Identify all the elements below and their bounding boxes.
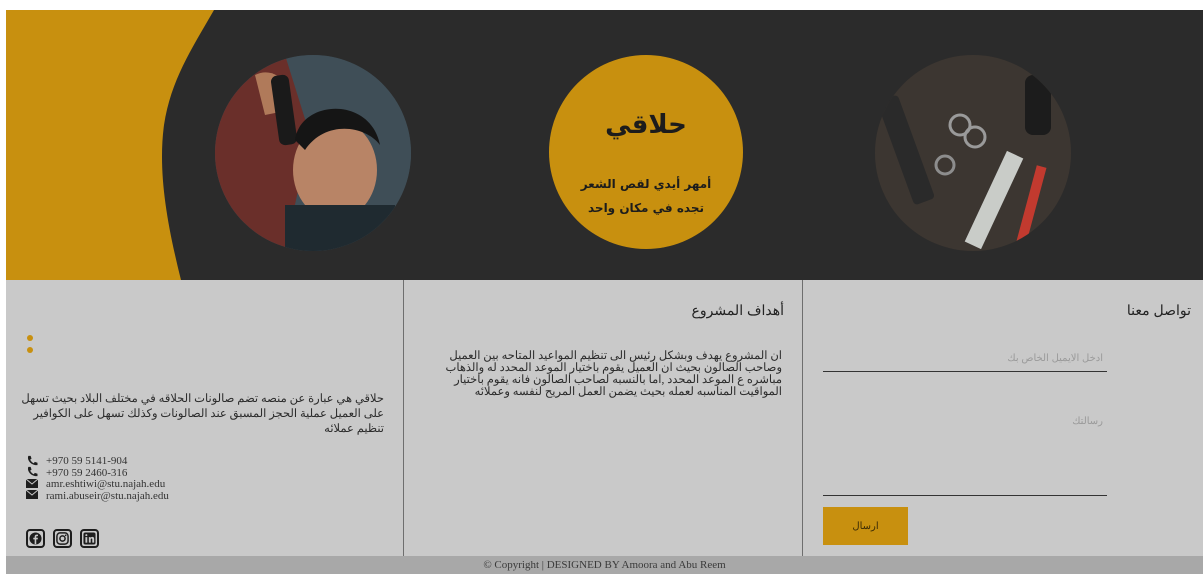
contact-list: +970 59 5141-904 +970 59 2460-316 amr.es…: [25, 455, 169, 503]
email-input[interactable]: [823, 346, 1107, 372]
linkedin-icon[interactable]: [80, 529, 99, 548]
brand-title: حلاقي: [605, 110, 687, 140]
email-address[interactable]: rami.abuseir@stu.najah.edu: [46, 490, 169, 503]
goals-column: أهداف المشروع ان المشروع يهدف وبشكل رئيس…: [404, 280, 803, 556]
email-address[interactable]: amr.eshtiwi@stu.najah.edu: [46, 478, 165, 491]
tagline-line-2: تجده في مكان واحد: [587, 201, 704, 215]
info-section: حلاقي حلاقي هي عبارة عن منصه تضم صالونات…: [6, 280, 1203, 556]
social-links: [26, 529, 99, 548]
contact-email-2: rami.abuseir@stu.najah.edu: [25, 489, 169, 503]
facebook-icon[interactable]: [26, 529, 45, 548]
contact-column: تواصل معنا ارسال: [803, 280, 1203, 556]
contact-title: تواصل معنا: [1126, 302, 1191, 318]
footer: © Copyright | DESIGNED BY Amoora and Abu…: [6, 556, 1203, 574]
svg-text:حلاقي: حلاقي: [188, 303, 190, 358]
goals-text: ان المشروع يهدف وبشكل رئيس الى تنظيم الم…: [445, 350, 783, 398]
footer-credit: © Copyright | DESIGNED BY Amoora and Abu…: [483, 559, 726, 571]
send-button[interactable]: ارسال: [823, 507, 908, 545]
about-description: حلاقي هي عبارة عن منصه تضم صالونات الحلا…: [21, 393, 384, 435]
hero-section: حلاقي أمهر أيدي لقص الشعر تجده في مكان و…: [6, 10, 1203, 280]
message-textarea[interactable]: [823, 406, 1107, 496]
phone-number[interactable]: +970 59 5141-904: [46, 455, 127, 468]
tagline-line-1: أمهر أيدي لقص الشعر: [580, 177, 712, 191]
instagram-icon[interactable]: [53, 529, 72, 548]
barber-tools-photo: [875, 55, 1071, 251]
goals-title: أهداف المشروع: [691, 302, 785, 318]
page-frame: حلاقي أمهر أيدي لقص الشعر تجده في مكان و…: [6, 10, 1203, 574]
site-logo: حلاقي: [27, 303, 190, 358]
contact-phone-1: +970 59 5141-904: [26, 455, 169, 468]
contact-email-1: amr.eshtiwi@stu.najah.edu: [25, 478, 169, 491]
about-column: حلاقي حلاقي هي عبارة عن منصه تضم صالونات…: [6, 280, 404, 556]
brand-circle: حلاقي أمهر أيدي لقص الشعر تجده في مكان و…: [549, 55, 743, 249]
barber-photo: [215, 55, 411, 251]
envelope-icon: [25, 489, 46, 503]
